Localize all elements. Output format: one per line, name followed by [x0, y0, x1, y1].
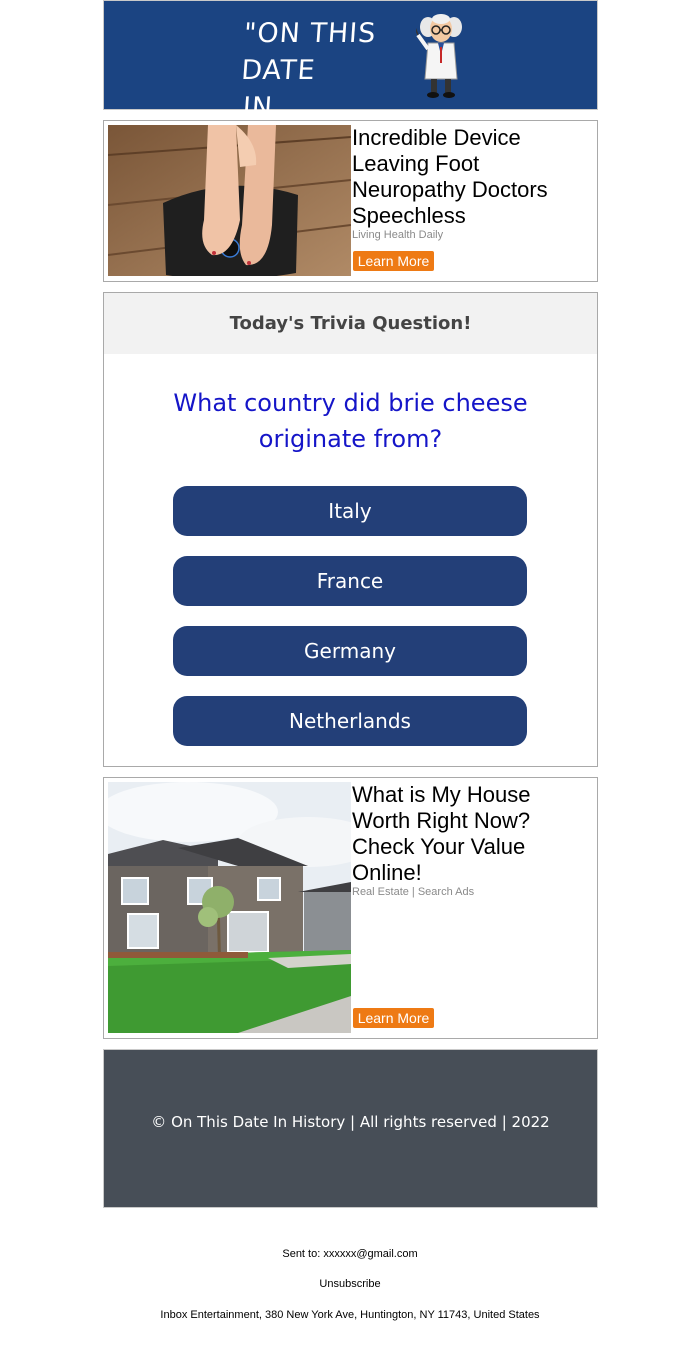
answer-button-france[interactable]: France	[173, 556, 527, 606]
site-title-line1: "ON THIS DATE	[240, 18, 378, 86]
ad-2-headline[interactable]: What is My House Worth Right Now? Check …	[352, 782, 588, 886]
ad-2-text: What is My House Worth Right Now? Check …	[352, 782, 588, 899]
ad-1-headline[interactable]: Incredible Device Leaving Foot Neuropath…	[352, 125, 588, 229]
answer-button-netherlands[interactable]: Netherlands	[173, 696, 527, 746]
answer-button-germany[interactable]: Germany	[173, 626, 527, 676]
sponsored-ad-1[interactable]: Incredible Device Leaving Foot Neuropath…	[103, 120, 598, 282]
sent-to-text: Sent to: xxxxxx@gmail.com	[282, 1248, 418, 1260]
footer: © On This Date In History | All rights r…	[103, 1049, 598, 1208]
sender-address: Inbox Entertainment, 380 New York Ave, H…	[160, 1309, 540, 1321]
ad-1-source: Living Health Daily	[352, 229, 444, 241]
answer-button-italy[interactable]: Italy	[173, 486, 527, 536]
ad-2-learn-more-button[interactable]: Learn More	[353, 1008, 434, 1028]
copyright-text: © On This Date In History | All rights r…	[151, 1113, 550, 1131]
house-photo[interactable]	[108, 782, 351, 1033]
sponsored-ad-2[interactable]: What is My House Worth Right Now? Check …	[103, 777, 598, 1039]
trivia-heading: Today's Trivia Question!	[104, 293, 597, 354]
trivia-question: What country did brie cheese originate f…	[173, 389, 528, 453]
ad-1-learn-more-button[interactable]: Learn More	[353, 251, 434, 271]
header-banner: "ON THIS DATE IN HISTORY..."	[103, 0, 598, 160]
ad-1-text: Incredible Device Leaving Foot Neuropath…	[352, 125, 588, 242]
unsubscribe-link[interactable]: Unsubscribe	[0, 1278, 700, 1290]
ad-2-source: Real Estate | Search Ads	[352, 886, 475, 898]
foot-massager-photo[interactable]	[108, 125, 351, 276]
professor-mascot-icon	[416, 14, 462, 98]
trivia-card: Today's Trivia Question! What country di…	[103, 292, 598, 767]
